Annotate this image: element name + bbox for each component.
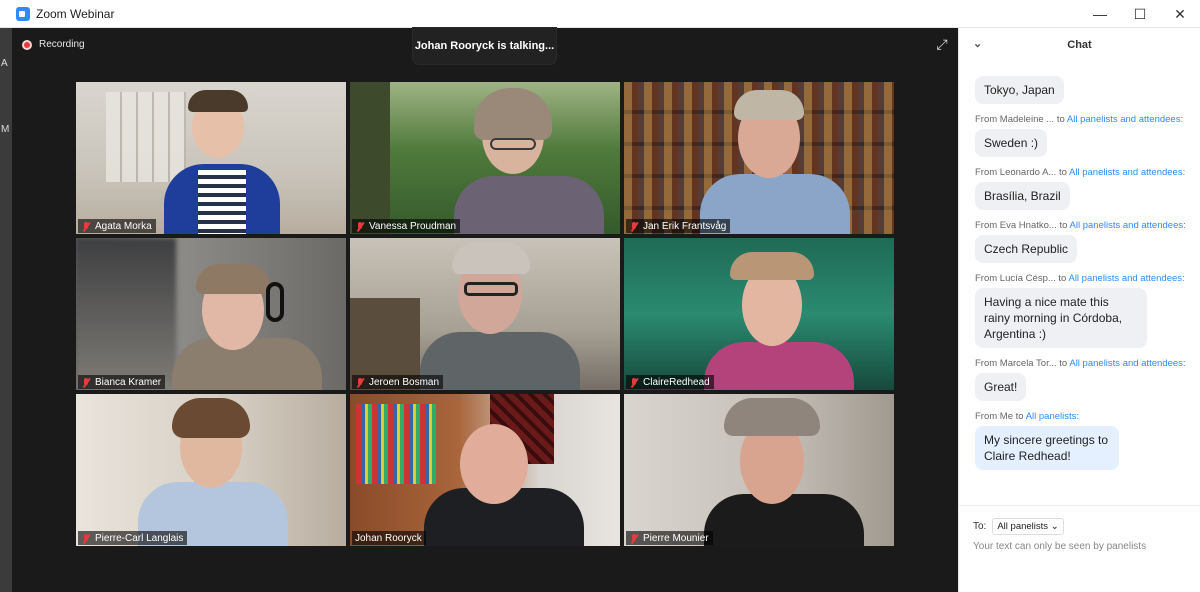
chat-recipient-link[interactable]: All panelists:: [1026, 411, 1079, 422]
mic-muted-icon: [629, 377, 639, 388]
recording-indicator[interactable]: Recording: [22, 39, 85, 50]
recipient-row: To: All panelists ⌄: [973, 518, 1064, 535]
chat-sender: From Me to All panelists:: [975, 411, 1080, 422]
chat-recipient-link[interactable]: All panelists and attendees:: [1070, 220, 1186, 231]
chat-sender: From Leonardo A... to All panelists and …: [975, 167, 1186, 178]
chat-message: From Marcela Tor... to All panelists and…: [959, 358, 1200, 401]
chat-recipient-link[interactable]: All panelists and attendees:: [1069, 358, 1185, 369]
chat-title: Chat: [1067, 39, 1092, 51]
participant-name: Pierre Mounier: [643, 532, 709, 544]
participant-name-tag: Jeroen Bosman: [352, 375, 444, 389]
video-feed: [350, 238, 620, 390]
maximize-button[interactable]: ☐: [1120, 0, 1160, 28]
video-feed: [76, 394, 346, 546]
chat-message: Tokyo, Japan: [959, 72, 1200, 104]
participant-name-tag: Pierre-Carl Langlais: [78, 531, 188, 545]
participant-name-tag: Johan Rooryck: [352, 531, 426, 545]
chat-message: From Eva Hnatko... to All panelists and …: [959, 220, 1200, 263]
participant-name-tag: Jan Erik Frantsvåg: [626, 219, 731, 233]
chat-message-list: Tokyo, Japan From Madeleine ... to All p…: [959, 68, 1200, 470]
recording-icon: [22, 39, 32, 50]
participant-name: Bianca Kramer: [95, 376, 162, 388]
chat-bubble-mine: My sincere greetings to Claire Redhead!: [975, 426, 1119, 470]
chat-sender: From Eva Hnatko... to All panelists and …: [975, 220, 1186, 231]
video-tile[interactable]: Pierre-Carl Langlais: [76, 394, 346, 546]
chat-recipient-link[interactable]: All panelists and attendees:: [1068, 273, 1184, 284]
video-gallery: Recording Johan Rooryck is talking... ⤢ …: [12, 28, 958, 592]
chat-sender: From Madeleine ... to All panelists and …: [975, 114, 1184, 125]
recipient-dropdown[interactable]: All panelists ⌄: [992, 518, 1064, 535]
chat-header: ⌄ Chat: [959, 28, 1200, 62]
minimize-button[interactable]: —: [1080, 0, 1120, 28]
participant-name-tag: Agata Morka: [78, 219, 156, 233]
chat-message: From Me to All panelists: My sincere gre…: [959, 411, 1200, 470]
chevron-down-icon: ⌄: [1050, 521, 1059, 532]
video-feed: [76, 82, 346, 234]
chevron-down-icon[interactable]: ⌄: [973, 37, 982, 50]
video-tile[interactable]: Jan Erik Frantsvåg: [624, 82, 894, 234]
chat-bubble: Czech Republic: [975, 235, 1078, 263]
mic-muted-icon: [81, 221, 91, 232]
chat-message: From Madeleine ... to All panelists and …: [959, 114, 1200, 157]
participant-name-tag: Bianca Kramer: [78, 375, 166, 389]
participant-name: ClaireRedhead: [643, 376, 710, 388]
recipient-label: To:: [973, 521, 987, 532]
video-tile[interactable]: Pierre Mounier: [624, 394, 894, 546]
participant-name: Pierre-Carl Langlais: [95, 532, 184, 544]
chat-panel: ⌄ Chat Tokyo, Japan From Madeleine ... t…: [958, 28, 1200, 592]
window-controls: — ☐ ✕: [1080, 0, 1200, 28]
chat-bubble: Having a nice mate this rainy morning in…: [975, 288, 1147, 348]
background-text: A: [1, 58, 8, 69]
recording-label: Recording: [39, 39, 85, 50]
fullscreen-icon[interactable]: ⤢: [934, 36, 950, 52]
participant-name-tag: Vanessa Proudman: [352, 219, 461, 233]
video-tile[interactable]: Bianca Kramer: [76, 238, 346, 390]
mic-muted-icon: [81, 377, 91, 388]
chat-bubble: Tokyo, Japan: [975, 76, 1064, 104]
window-title: Zoom Webinar: [36, 6, 115, 21]
video-feed: [624, 238, 894, 390]
chat-sender: From Marcela Tor... to All panelists and…: [975, 358, 1186, 369]
chat-sender: From Lucía Césp... to All panelists and …: [975, 273, 1185, 284]
participant-name: Jeroen Bosman: [369, 376, 440, 388]
video-feed: [350, 82, 620, 234]
background-text: M: [1, 124, 10, 135]
video-feed: [76, 238, 346, 390]
chat-composer: To: All panelists ⌄ Your text can only b…: [959, 505, 1200, 592]
title-bar: Zoom Webinar — ☐ ✕: [0, 0, 1200, 28]
chat-message: From Leonardo A... to All panelists and …: [959, 167, 1200, 210]
close-button[interactable]: ✕: [1160, 0, 1200, 28]
zoom-app-icon: [16, 6, 30, 21]
video-tile[interactable]: Vanessa Proudman: [350, 82, 620, 234]
participant-name: Johan Rooryck: [355, 532, 422, 544]
video-feed: [350, 394, 620, 546]
participant-name-tag: Pierre Mounier: [626, 531, 713, 545]
mic-muted-icon: [629, 533, 639, 544]
participant-name: Jan Erik Frantsvåg: [643, 220, 727, 232]
chat-recipient-link[interactable]: All panelists and attendees:: [1067, 114, 1183, 125]
active-speaker-banner: Johan Rooryck is talking...: [413, 28, 556, 64]
chat-bubble: Sweden :): [975, 129, 1048, 157]
chat-recipient-link[interactable]: All panelists and attendees:: [1069, 167, 1185, 178]
mic-muted-icon: [355, 221, 365, 232]
video-tile-active-speaker[interactable]: Johan Rooryck: [350, 394, 620, 546]
chat-message: From Lucía Césp... to All panelists and …: [959, 273, 1200, 348]
video-tile[interactable]: ClaireRedhead: [624, 238, 894, 390]
video-tile[interactable]: Jeroen Bosman: [350, 238, 620, 390]
participant-name: Agata Morka: [95, 220, 152, 232]
chat-bubble: Great!: [975, 373, 1027, 401]
mic-muted-icon: [629, 221, 639, 232]
mic-muted-icon: [355, 377, 365, 388]
video-feed: [624, 394, 894, 546]
video-tile[interactable]: Agata Morka: [76, 82, 346, 234]
background-window-strip: A M: [0, 28, 12, 592]
participant-name: Vanessa Proudman: [369, 220, 457, 232]
mic-muted-icon: [81, 533, 91, 544]
participant-name-tag: ClaireRedhead: [626, 375, 714, 389]
chat-bubble: Brasília, Brazil: [975, 182, 1070, 210]
video-feed: [624, 82, 894, 234]
chat-input-hint[interactable]: Your text can only be seen by panelists: [973, 541, 1146, 552]
